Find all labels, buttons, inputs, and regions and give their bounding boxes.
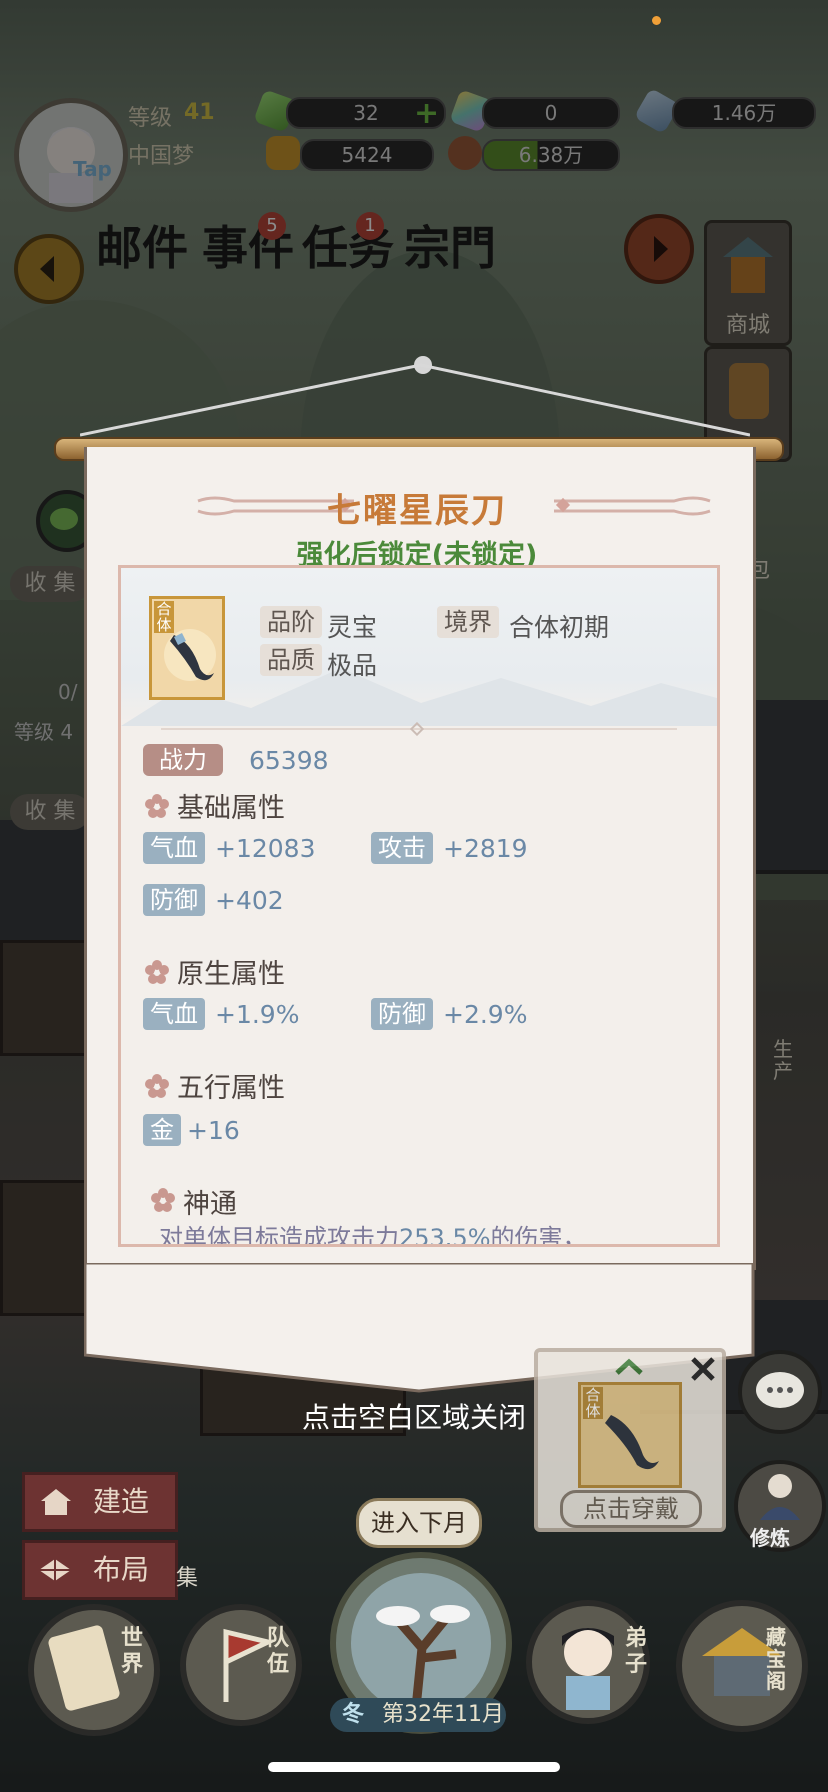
chevron-up-icon	[615, 1358, 643, 1375]
season-label: 冬	[342, 1702, 365, 1727]
native-attr-value-def: +2.9%	[443, 1000, 528, 1029]
item-icon-frame: 合体	[149, 596, 225, 700]
build-label: 建造	[93, 1485, 150, 1518]
house-icon	[41, 1489, 71, 1515]
build-button[interactable]: 建造	[22, 1472, 178, 1532]
base-attr-value-def: +402	[215, 886, 284, 915]
base-attr-label-hp: 气血	[143, 832, 205, 864]
wuxing-attrs-title: 五行属性	[177, 1073, 285, 1104]
grade-label: 品阶	[260, 606, 322, 638]
equip-button-label: 点击穿戴	[583, 1495, 679, 1523]
header-divider	[161, 722, 677, 736]
item-info-header: 合体 品阶 灵宝 品质 极品 境界 合体初期	[121, 568, 717, 726]
layout-button[interactable]: 布局	[22, 1540, 178, 1600]
quality-label: 品质	[260, 644, 322, 676]
realm-label: 境界	[437, 606, 499, 638]
equip-item-frame[interactable]: 合体	[578, 1382, 682, 1488]
native-attrs-title: 原生属性	[177, 959, 285, 990]
item-name: 七曜星辰刀	[327, 491, 507, 531]
flower-icon	[145, 794, 169, 818]
skill-title: 神通	[183, 1189, 237, 1220]
native-attr-label-def: 防御	[371, 998, 433, 1030]
equip-button[interactable]: 点击穿戴	[560, 1490, 702, 1528]
base-attr-label-def: 防御	[143, 884, 205, 916]
skill-desc-post: 的伤害，	[490, 1224, 587, 1247]
quality-value: 极品	[327, 651, 378, 680]
native-attr-label-hp: 气血	[143, 998, 205, 1030]
chat-bubble-icon	[756, 1372, 804, 1408]
close-icon[interactable]	[690, 1356, 716, 1382]
wuxing-attr-value-metal: +16	[187, 1116, 240, 1145]
scroll-hanging-string	[80, 363, 750, 437]
skill-desc-percent: 253.5%	[399, 1224, 491, 1247]
item-info-card: 合体 品阶 灵宝 品质 极品 境界 合体初期 战力 65398 基础属性 气血 …	[118, 565, 720, 1247]
base-attr-label-atk: 攻击	[371, 832, 433, 864]
flower-icon	[145, 1074, 169, 1098]
grade-value: 灵宝	[327, 613, 378, 642]
layout-label: 布局	[93, 1553, 150, 1586]
grid-tiles-icon	[39, 1559, 71, 1581]
power-label: 战力	[143, 744, 223, 776]
next-month-label: 进入下月	[371, 1509, 467, 1537]
base-attrs-title: 基础属性	[177, 793, 285, 824]
base-attr-value-hp: +12083	[215, 834, 316, 863]
status-dot	[652, 16, 661, 25]
equip-item-badge: 合体	[583, 1387, 603, 1419]
meditating-figure-icon	[760, 1474, 800, 1520]
team-label: 队伍	[266, 1626, 289, 1677]
practice-label: 修炼	[750, 1526, 790, 1550]
date-label: 第32年11月	[382, 1702, 504, 1727]
native-attr-value-hp: +1.9%	[215, 1000, 300, 1029]
chat-button[interactable]	[738, 1350, 822, 1434]
next-month-button[interactable]: 进入下月	[356, 1498, 482, 1548]
disciple-label: 弟子	[624, 1626, 647, 1677]
base-attr-value-atk: +2819	[443, 834, 528, 863]
flower-icon	[145, 960, 169, 984]
skill-desc-pre: 对单体目标造成攻击力	[159, 1224, 399, 1247]
date-display: 冬 第32年11月	[330, 1698, 506, 1732]
home-indicator[interactable]	[268, 1762, 560, 1772]
realm-value: 合体初期	[509, 613, 610, 642]
wuxing-attr-label-metal: 金	[143, 1114, 181, 1146]
treasure-label: 藏宝阁	[766, 1625, 786, 1693]
world-label: 世界	[120, 1626, 143, 1677]
item-detail-scroll: 七曜星辰刀 强化后锁定(未锁定) 合体 品阶 灵宝 品质 极品 境界 合体初期	[54, 437, 784, 1393]
flower-icon	[151, 1188, 175, 1212]
power-value: 65398	[249, 746, 329, 775]
item-realm-badge: 合体	[154, 601, 174, 633]
skill-description: 对单体目标造成攻击力253.5%的伤害，	[159, 1218, 587, 1247]
practice-button[interactable]: 修炼	[734, 1460, 826, 1552]
collect-label-3: 集	[176, 1566, 199, 1591]
